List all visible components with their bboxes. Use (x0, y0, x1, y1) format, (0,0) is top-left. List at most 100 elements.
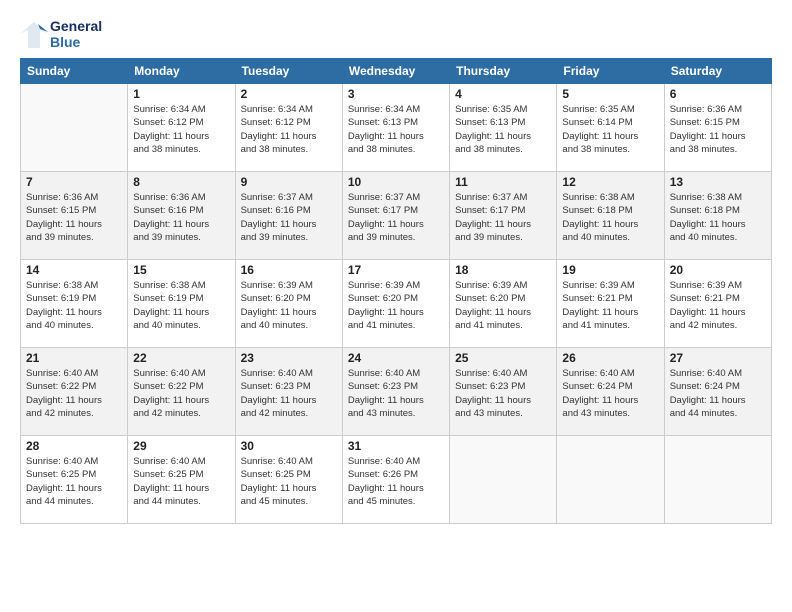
calendar-cell: 10 Sunrise: 6:37 AMSunset: 6:17 PMDayligh… (342, 172, 449, 260)
day-number: 11 (455, 175, 551, 189)
calendar-week-row: 28 Sunrise: 6:40 AMSunset: 6:25 PMDayligh… (21, 436, 772, 524)
day-number: 16 (241, 263, 337, 277)
day-number: 21 (26, 351, 122, 365)
day-number: 8 (133, 175, 229, 189)
day-info: Sunrise: 6:40 AMSunset: 6:25 PMDaylight:… (133, 455, 229, 508)
day-info: Sunrise: 6:38 AMSunset: 6:18 PMDaylight:… (670, 191, 766, 244)
day-number: 9 (241, 175, 337, 189)
page: General Blue SundayMondayTuesdayWednesda… (0, 0, 792, 612)
day-info: Sunrise: 6:40 AMSunset: 6:23 PMDaylight:… (241, 367, 337, 420)
calendar-cell: 16 Sunrise: 6:39 AMSunset: 6:20 PMDayligh… (235, 260, 342, 348)
day-number: 4 (455, 87, 551, 101)
day-info: Sunrise: 6:40 AMSunset: 6:22 PMDaylight:… (26, 367, 122, 420)
day-info: Sunrise: 6:40 AMSunset: 6:23 PMDaylight:… (455, 367, 551, 420)
calendar-cell: 11 Sunrise: 6:37 AMSunset: 6:17 PMDayligh… (450, 172, 557, 260)
calendar-week-row: 21 Sunrise: 6:40 AMSunset: 6:22 PMDayligh… (21, 348, 772, 436)
day-info: Sunrise: 6:35 AMSunset: 6:13 PMDaylight:… (455, 103, 551, 156)
day-number: 18 (455, 263, 551, 277)
day-info: Sunrise: 6:37 AMSunset: 6:16 PMDaylight:… (241, 191, 337, 244)
day-number: 10 (348, 175, 444, 189)
weekday-header-row: SundayMondayTuesdayWednesdayThursdayFrid… (21, 59, 772, 84)
calendar-cell (21, 84, 128, 172)
day-info: Sunrise: 6:40 AMSunset: 6:24 PMDaylight:… (562, 367, 658, 420)
day-number: 3 (348, 87, 444, 101)
weekday-header-monday: Monday (128, 59, 235, 84)
weekday-header-thursday: Thursday (450, 59, 557, 84)
logo-blue: Blue (50, 34, 102, 50)
calendar-week-row: 1 Sunrise: 6:34 AMSunset: 6:12 PMDaylight… (21, 84, 772, 172)
weekday-header-tuesday: Tuesday (235, 59, 342, 84)
calendar-cell: 9 Sunrise: 6:37 AMSunset: 6:16 PMDaylight… (235, 172, 342, 260)
calendar-cell (664, 436, 771, 524)
day-info: Sunrise: 6:39 AMSunset: 6:20 PMDaylight:… (455, 279, 551, 332)
day-info: Sunrise: 6:40 AMSunset: 6:26 PMDaylight:… (348, 455, 444, 508)
calendar-cell: 30Sunrise: 6:40 AMSunset: 6:25 PMDayligh… (235, 436, 342, 524)
day-info: Sunrise: 6:37 AMSunset: 6:17 PMDaylight:… (348, 191, 444, 244)
logo-container: General Blue (20, 18, 102, 50)
day-number: 29 (133, 439, 229, 453)
day-number: 23 (241, 351, 337, 365)
header: General Blue (20, 18, 772, 50)
day-number: 19 (562, 263, 658, 277)
day-number: 5 (562, 87, 658, 101)
calendar-cell: 6 Sunrise: 6:36 AMSunset: 6:15 PMDaylight… (664, 84, 771, 172)
day-number: 2 (241, 87, 337, 101)
day-info: Sunrise: 6:40 AMSunset: 6:24 PMDaylight:… (670, 367, 766, 420)
calendar-cell: 24Sunrise: 6:40 AMSunset: 6:23 PMDayligh… (342, 348, 449, 436)
calendar-cell: 1 Sunrise: 6:34 AMSunset: 6:12 PMDaylight… (128, 84, 235, 172)
weekday-header-friday: Friday (557, 59, 664, 84)
day-number: 26 (562, 351, 658, 365)
calendar-cell (557, 436, 664, 524)
calendar-cell: 20 Sunrise: 6:39 AMSunset: 6:21 PMDayligh… (664, 260, 771, 348)
calendar-body: 1 Sunrise: 6:34 AMSunset: 6:12 PMDaylight… (21, 84, 772, 524)
day-info: Sunrise: 6:39 AMSunset: 6:20 PMDaylight:… (348, 279, 444, 332)
day-number: 15 (133, 263, 229, 277)
day-number: 7 (26, 175, 122, 189)
logo-bird-icon (20, 20, 48, 48)
day-number: 6 (670, 87, 766, 101)
day-info: Sunrise: 6:40 AMSunset: 6:25 PMDaylight:… (241, 455, 337, 508)
calendar-cell: 7 Sunrise: 6:36 AMSunset: 6:15 PMDaylight… (21, 172, 128, 260)
calendar-cell: 4 Sunrise: 6:35 AMSunset: 6:13 PMDaylight… (450, 84, 557, 172)
day-number: 27 (670, 351, 766, 365)
day-info: Sunrise: 6:39 AMSunset: 6:21 PMDaylight:… (670, 279, 766, 332)
day-info: Sunrise: 6:37 AMSunset: 6:17 PMDaylight:… (455, 191, 551, 244)
day-number: 31 (348, 439, 444, 453)
day-number: 28 (26, 439, 122, 453)
calendar-cell: 27 Sunrise: 6:40 AMSunset: 6:24 PMDayligh… (664, 348, 771, 436)
calendar-cell: 26 Sunrise: 6:40 AMSunset: 6:24 PMDayligh… (557, 348, 664, 436)
day-info: Sunrise: 6:39 AMSunset: 6:20 PMDaylight:… (241, 279, 337, 332)
day-info: Sunrise: 6:40 AMSunset: 6:23 PMDaylight:… (348, 367, 444, 420)
day-number: 20 (670, 263, 766, 277)
calendar-cell: 12 Sunrise: 6:38 AMSunset: 6:18 PMDayligh… (557, 172, 664, 260)
calendar-cell: 21 Sunrise: 6:40 AMSunset: 6:22 PMDayligh… (21, 348, 128, 436)
day-number: 14 (26, 263, 122, 277)
day-info: Sunrise: 6:36 AMSunset: 6:15 PMDaylight:… (670, 103, 766, 156)
day-number: 17 (348, 263, 444, 277)
calendar-cell: 8 Sunrise: 6:36 AMSunset: 6:16 PMDaylight… (128, 172, 235, 260)
calendar-cell: 19Sunrise: 6:39 AMSunset: 6:21 PMDayligh… (557, 260, 664, 348)
day-info: Sunrise: 6:38 AMSunset: 6:18 PMDaylight:… (562, 191, 658, 244)
day-number: 22 (133, 351, 229, 365)
calendar-cell: 14 Sunrise: 6:38 AMSunset: 6:19 PMDayligh… (21, 260, 128, 348)
logo: General Blue (20, 18, 102, 50)
day-info: Sunrise: 6:40 AMSunset: 6:25 PMDaylight:… (26, 455, 122, 508)
day-info: Sunrise: 6:34 AMSunset: 6:12 PMDaylight:… (133, 103, 229, 156)
day-number: 12 (562, 175, 658, 189)
day-info: Sunrise: 6:40 AMSunset: 6:22 PMDaylight:… (133, 367, 229, 420)
day-number: 13 (670, 175, 766, 189)
logo-general: General (50, 18, 102, 34)
calendar-cell: 17 Sunrise: 6:39 AMSunset: 6:20 PMDayligh… (342, 260, 449, 348)
day-info: Sunrise: 6:38 AMSunset: 6:19 PMDaylight:… (26, 279, 122, 332)
calendar-cell: 22 Sunrise: 6:40 AMSunset: 6:22 PMDayligh… (128, 348, 235, 436)
day-info: Sunrise: 6:36 AMSunset: 6:15 PMDaylight:… (26, 191, 122, 244)
calendar-cell: 29 Sunrise: 6:40 AMSunset: 6:25 PMDayligh… (128, 436, 235, 524)
day-info: Sunrise: 6:34 AMSunset: 6:13 PMDaylight:… (348, 103, 444, 156)
calendar-cell: 5 Sunrise: 6:35 AMSunset: 6:14 PMDaylight… (557, 84, 664, 172)
day-number: 1 (133, 87, 229, 101)
weekday-header-sunday: Sunday (21, 59, 128, 84)
calendar-cell: 13 Sunrise: 6:38 AMSunset: 6:18 PMDayligh… (664, 172, 771, 260)
day-info: Sunrise: 6:35 AMSunset: 6:14 PMDaylight:… (562, 103, 658, 156)
calendar-week-row: 7 Sunrise: 6:36 AMSunset: 6:15 PMDaylight… (21, 172, 772, 260)
day-info: Sunrise: 6:36 AMSunset: 6:16 PMDaylight:… (133, 191, 229, 244)
